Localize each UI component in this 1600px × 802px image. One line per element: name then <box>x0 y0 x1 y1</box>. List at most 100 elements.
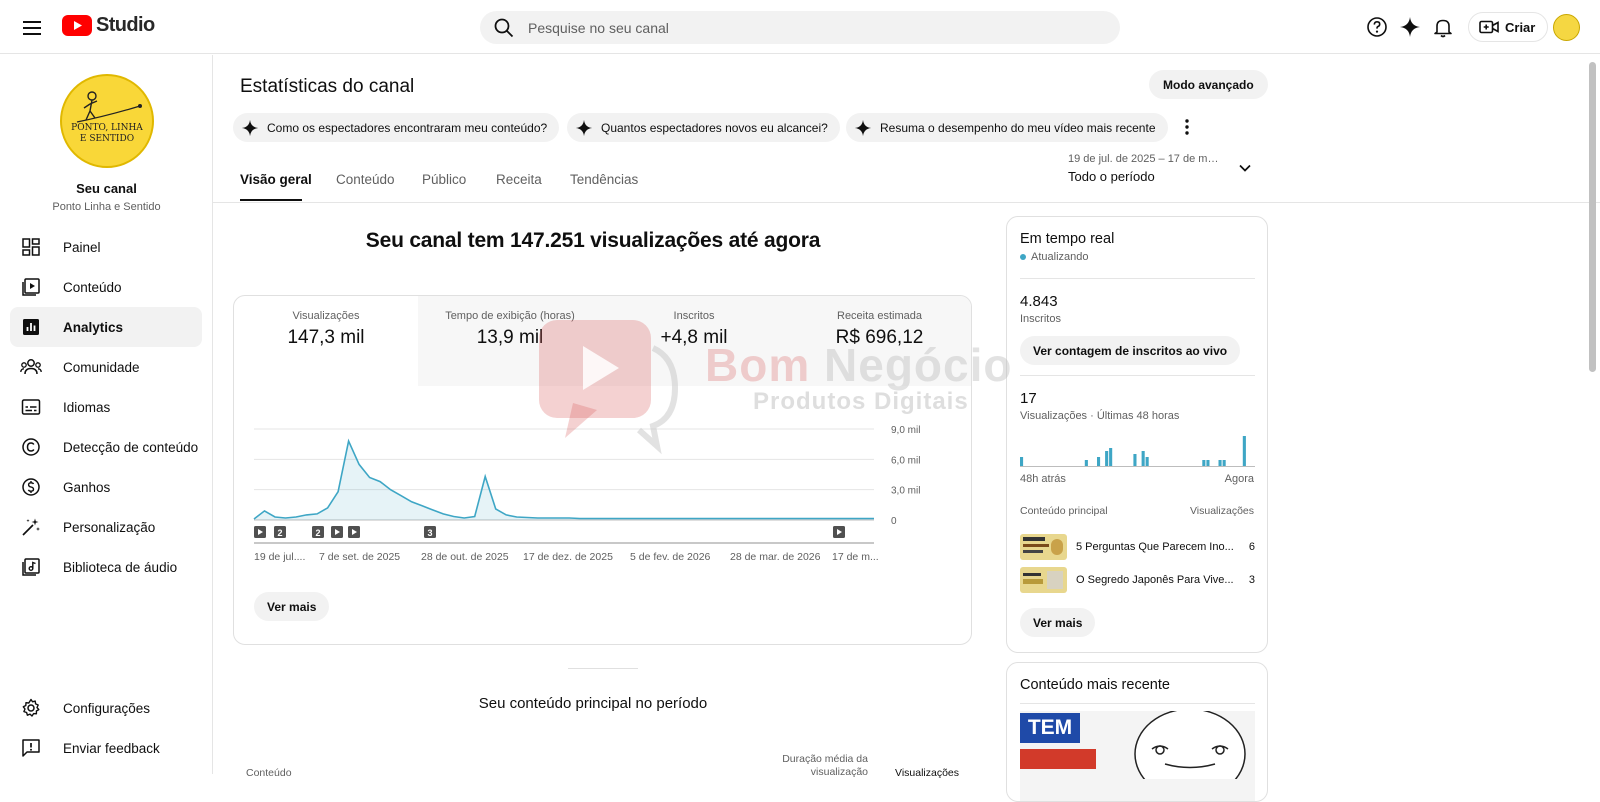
video-thumbnail <box>1020 567 1067 593</box>
column-header-avg-duration: Duração média da visualização <box>782 753 868 778</box>
metric-value: +4,8 mil <box>660 327 728 348</box>
advanced-mode-button[interactable]: Modo avançado <box>1149 70 1268 99</box>
create-button[interactable]: Criar <box>1468 12 1549 42</box>
metric-value: 13,9 mil <box>476 327 544 348</box>
avatar-text: PONTO, LINHA E SENTIDO <box>71 123 143 144</box>
tab-conteudo[interactable]: Conteúdo <box>336 172 395 187</box>
realtime-bar[interactable] <box>1218 460 1222 466</box>
ai-prompt-chip[interactable]: Resuma o desempenho do meu vídeo mais re… <box>846 113 1168 142</box>
realtime-bar[interactable] <box>1206 460 1210 466</box>
realtime-bar[interactable] <box>1145 457 1149 466</box>
search-bar[interactable] <box>480 11 1120 44</box>
list-item[interactable]: O Segredo Japonês Para Vive... 3 <box>1020 567 1255 593</box>
realtime-views-label: Visualizações · Últimas 48 horas <box>1020 410 1180 422</box>
feedback-icon <box>19 736 43 760</box>
sidebar-item-comunidade[interactable]: Comunidade <box>10 347 202 387</box>
sidebar-item-label: Personalização <box>63 519 156 535</box>
help-icon[interactable] <box>1365 15 1389 39</box>
sidebar-item-conteudo[interactable]: Conteúdo <box>10 267 202 307</box>
sidebar-item-deteccao[interactable]: Detecção de conteúdo <box>10 427 202 467</box>
sidebar-item-idiomas[interactable]: Idiomas <box>10 387 202 427</box>
youtube-logo-icon <box>62 15 92 36</box>
account-avatar[interactable] <box>1553 14 1580 41</box>
y-tick-label: 6,0 mil <box>891 455 920 466</box>
realtime-bar[interactable] <box>1141 451 1145 466</box>
content-icon <box>19 275 43 299</box>
y-tick-label: 0 <box>891 516 897 527</box>
realtime-bar[interactable] <box>1097 457 1101 466</box>
realtime-title: Em tempo real <box>1020 231 1115 247</box>
search-icon <box>494 18 514 37</box>
logo-text: Studio <box>96 14 155 36</box>
publish-marker-count[interactable]: 2 <box>312 526 324 538</box>
realtime-bar[interactable] <box>1222 460 1226 466</box>
see-more-button[interactable]: Ver mais <box>1020 608 1096 637</box>
tab-publico[interactable]: Público <box>422 172 466 187</box>
publish-marker-play-icon[interactable] <box>348 526 360 538</box>
hamburger-menu-icon[interactable] <box>20 16 44 40</box>
search-input[interactable] <box>528 19 1088 36</box>
top-views-header: Visualizações <box>1189 505 1254 517</box>
realtime-bar[interactable] <box>1105 451 1109 466</box>
see-more-button[interactable]: Ver mais <box>254 592 330 621</box>
sidebar-item-painel[interactable]: Painel <box>10 227 202 267</box>
publish-marker-count[interactable]: 3 <box>424 526 436 538</box>
sidebar-item-analytics[interactable]: Analytics <box>10 307 202 347</box>
realtime-bar[interactable] <box>1020 457 1024 466</box>
realtime-bar-chart[interactable] <box>1020 431 1255 467</box>
live-subs-button[interactable]: Ver contagem de inscritos ao vivo <box>1020 336 1241 365</box>
realtime-bar[interactable] <box>1109 448 1113 466</box>
channel-avatar[interactable]: PONTO, LINHA E SENTIDO <box>60 74 154 168</box>
realtime-bar[interactable] <box>1084 460 1088 466</box>
tab-visao-geral[interactable]: Visão geral <box>240 172 312 187</box>
realtime-status: Atualizando <box>1020 251 1089 263</box>
period-selector[interactable]: 19 de jul. de 2025 – 17 de mai. de 2026 … <box>1068 153 1268 184</box>
publish-marker-play-icon[interactable] <box>331 526 343 538</box>
metric-label: Receita estimada <box>837 310 922 322</box>
list-item[interactable]: 5 Perguntas Que Parecem Ino... 6 <box>1020 534 1255 560</box>
main-content: Estatísticas do canal Modo avançado Como… <box>213 55 1600 802</box>
metric-value: R$ 696,12 <box>835 327 924 348</box>
metric-revenue[interactable]: Receita estimada R$ 696,12 <box>786 296 971 386</box>
tab-receita[interactable]: Receita <box>496 172 542 187</box>
studio-logo[interactable]: Studio <box>62 14 155 37</box>
section-divider <box>568 668 638 669</box>
publish-marker-count[interactable]: 2 <box>274 526 286 538</box>
publish-marker-play-icon[interactable] <box>833 526 845 538</box>
axis-label-left: 48h atrás <box>1020 473 1066 485</box>
realtime-bar[interactable] <box>1133 454 1137 466</box>
chip-label: Como os espectadores encontraram meu con… <box>267 120 548 135</box>
sidebar-item-personalizacao[interactable]: Personalização <box>10 507 202 547</box>
top-bar: Studio Criar <box>0 0 1600 54</box>
latest-video-thumbnail[interactable]: TEM <box>1020 711 1255 801</box>
video-camera-plus-icon <box>1479 20 1499 34</box>
active-tab-indicator <box>240 199 302 201</box>
ai-prompt-chip[interactable]: Como os espectadores encontraram meu con… <box>233 113 560 142</box>
sparkle-ai-icon[interactable] <box>1398 15 1422 39</box>
copyright-icon <box>19 435 43 459</box>
realtime-bar[interactable] <box>1242 436 1246 466</box>
notifications-bell-icon[interactable] <box>1431 15 1455 39</box>
tab-tendencias[interactable]: Tendências <box>570 172 638 187</box>
column-header-views[interactable]: Visualizações <box>895 767 959 779</box>
metric-watch-time[interactable]: Tempo de exibição (horas) 13,9 mil <box>418 296 602 386</box>
svg-text:2: 2 <box>277 528 282 538</box>
meme-face-icon <box>1134 711 1246 779</box>
series-area <box>254 441 874 520</box>
realtime-views-value: 17 <box>1020 390 1037 407</box>
more-options-icon[interactable] <box>1175 115 1199 139</box>
page-scrollbar[interactable] <box>1589 62 1596 372</box>
sidebar-item-biblioteca-audio[interactable]: Biblioteca de áudio <box>10 547 202 587</box>
publish-marker-play-icon[interactable] <box>254 526 266 538</box>
metric-subscribers[interactable]: Inscritos +4,8 mil <box>602 296 786 386</box>
realtime-bar[interactable] <box>1202 460 1206 466</box>
sidebar-item-configuracoes[interactable]: Configurações <box>10 688 202 728</box>
page-title: Estatísticas do canal <box>240 76 415 97</box>
metric-label: Visualizações <box>292 310 360 322</box>
sidebar-item-ganhos[interactable]: Ganhos <box>10 467 202 507</box>
metric-views[interactable]: Visualizações 147,3 mil <box>234 296 418 386</box>
sidebar-item-label: Idiomas <box>63 399 111 415</box>
sidebar-item-feedback[interactable]: Enviar feedback <box>10 728 202 768</box>
ai-prompt-chip[interactable]: Quantos espectadores novos eu alcancei? <box>567 113 840 142</box>
views-chart[interactable]: 0 3,0 mil 6,0 mil 9,0 mil 2 2 3 19 de jul.... 7 … <box>234 386 972 586</box>
